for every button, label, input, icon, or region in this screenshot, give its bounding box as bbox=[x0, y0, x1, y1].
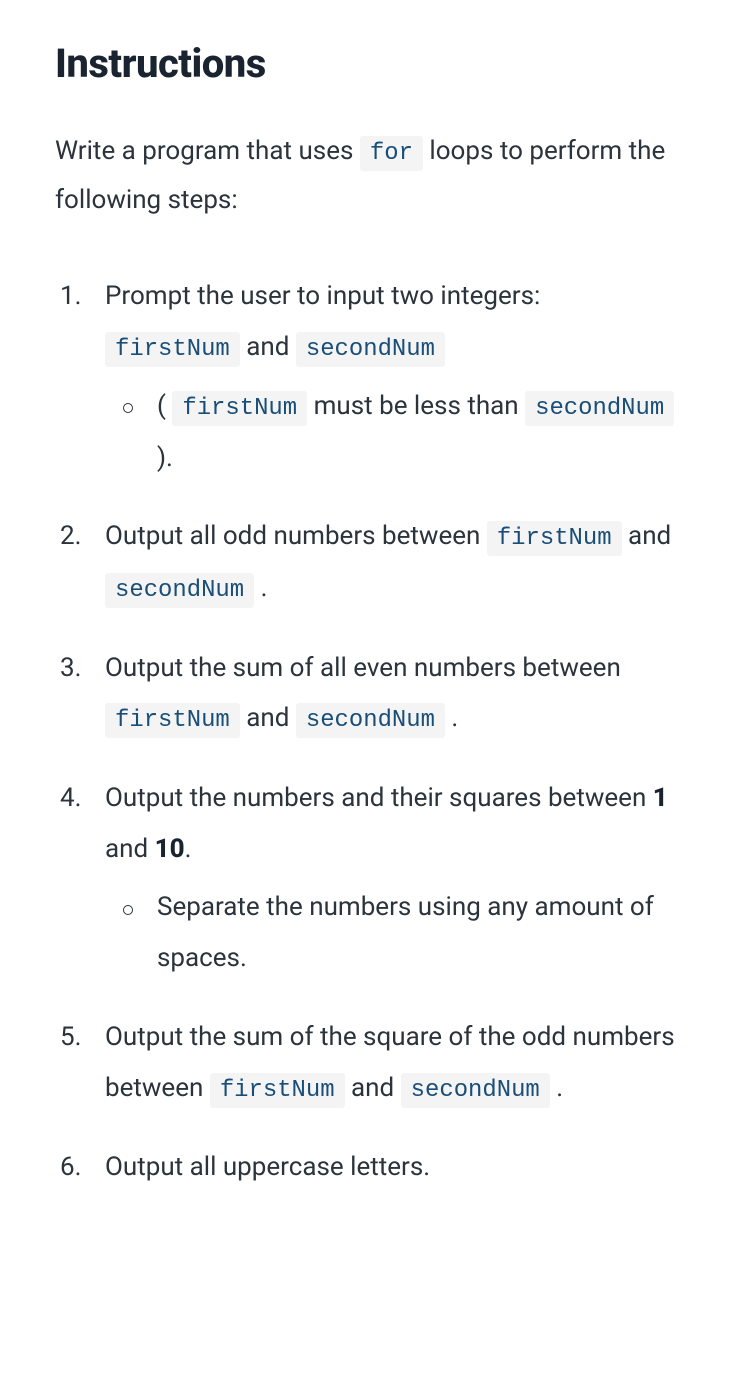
code-token: secondNum bbox=[105, 573, 254, 608]
step-item: Output all odd numbers between firstNum … bbox=[55, 511, 675, 614]
text-segment: Separate the numbers using any amount of… bbox=[157, 892, 654, 973]
text-segment: ). bbox=[157, 443, 173, 473]
text-segment: and bbox=[345, 1073, 401, 1103]
code-token: firstNum bbox=[105, 332, 240, 367]
substep-list: Separate the numbers using any amount of… bbox=[105, 882, 675, 983]
instructions-document: Instructions Write a program that uses f… bbox=[0, 0, 730, 1380]
code-token: firstNum bbox=[105, 703, 240, 738]
intro-paragraph: Write a program that uses for loops to p… bbox=[55, 127, 675, 226]
code-token: secondNum bbox=[401, 1073, 550, 1108]
text-segment: Output the sum of all even numbers betwe… bbox=[105, 653, 621, 683]
text-segment: Output the numbers and their squares bet… bbox=[105, 783, 653, 813]
code-token: secondNum bbox=[296, 703, 445, 738]
text-segment: Output all odd numbers between bbox=[105, 521, 487, 551]
text-segment: . bbox=[185, 834, 192, 864]
text-segment: . bbox=[445, 703, 458, 733]
intro-code-for: for bbox=[360, 136, 423, 171]
step-item: Prompt the user to input two integers: f… bbox=[55, 271, 675, 484]
bold-number: 10 bbox=[155, 834, 185, 864]
steps-list: Prompt the user to input two integers: f… bbox=[55, 271, 675, 1193]
text-segment: and bbox=[240, 703, 296, 733]
text-segment: Prompt the user to input two integers: bbox=[105, 281, 540, 311]
code-token: secondNum bbox=[525, 391, 674, 426]
code-token: secondNum bbox=[296, 332, 445, 367]
code-token: firstNum bbox=[210, 1073, 345, 1108]
text-segment: must be less than bbox=[307, 391, 525, 421]
code-token: firstNum bbox=[487, 521, 622, 556]
substep-list: ( firstNum must be less than secondNum )… bbox=[105, 381, 675, 483]
step-item: Output the numbers and their squares bet… bbox=[55, 773, 675, 984]
substep-item: ( firstNum must be less than secondNum )… bbox=[105, 381, 675, 483]
text-segment: . bbox=[550, 1073, 563, 1103]
text-segment: Output all uppercase letters. bbox=[105, 1152, 430, 1182]
step-item: Output the sum of all even numbers betwe… bbox=[55, 643, 675, 745]
substep-item: Separate the numbers using any amount of… bbox=[105, 882, 675, 983]
text-segment: and bbox=[622, 521, 672, 551]
text-segment: and bbox=[105, 834, 155, 864]
step-item: Output the sum of the square of the odd … bbox=[55, 1012, 675, 1114]
step-item: Output all uppercase letters. bbox=[55, 1142, 675, 1193]
text-segment: ( bbox=[157, 391, 172, 421]
intro-text-1: Write a program that uses bbox=[55, 136, 360, 166]
code-token: firstNum bbox=[172, 391, 307, 426]
page-title: Instructions bbox=[55, 40, 675, 87]
text-segment: . bbox=[254, 573, 267, 603]
text-segment: and bbox=[240, 332, 296, 362]
bold-number: 1 bbox=[653, 783, 668, 813]
